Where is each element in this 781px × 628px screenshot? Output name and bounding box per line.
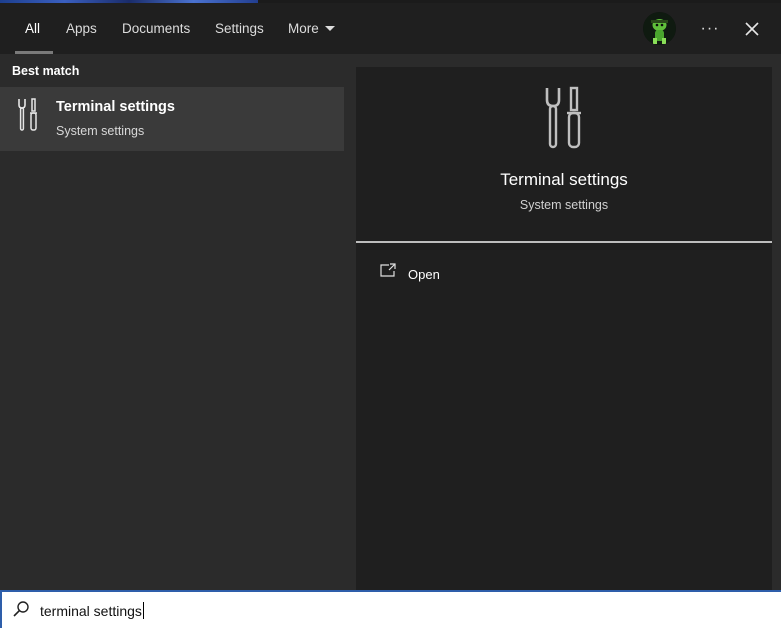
open-external-icon: [380, 263, 396, 277]
tab-settings[interactable]: Settings: [215, 3, 264, 54]
text-cursor: [142, 602, 144, 619]
avatar-image: [643, 12, 676, 45]
tools-icon: [18, 98, 37, 131]
close-button[interactable]: [738, 15, 766, 43]
tab-more-label: More: [288, 21, 319, 36]
detail-title: Terminal settings: [500, 170, 628, 189]
search-input[interactable]: terminal settings: [40, 602, 144, 619]
result-title: Terminal settings: [56, 99, 175, 115]
best-match-heading: Best match: [12, 64, 80, 78]
user-avatar[interactable]: [643, 12, 676, 45]
tab-documents[interactable]: Documents: [122, 3, 190, 54]
ellipsis-icon[interactable]: ···: [696, 15, 724, 43]
detail-card: Terminal settings System settings Open: [356, 67, 772, 590]
open-action[interactable]: Open: [356, 257, 772, 291]
tools-icon: [545, 86, 581, 149]
tab-all[interactable]: All: [25, 3, 40, 54]
search-tab-bar: All Apps Documents Settings More ···: [0, 3, 781, 54]
search-icon: [13, 601, 29, 617]
detail-subtitle: System settings: [519, 198, 609, 212]
results-panel: Best match Terminal settings System sett…: [0, 54, 344, 590]
result-subtitle: System settings: [56, 124, 145, 138]
search-query-text: terminal settings: [40, 603, 142, 619]
search-box[interactable]: terminal settings: [0, 590, 781, 628]
details-panel: Terminal settings System settings Open: [344, 54, 781, 590]
tab-more[interactable]: More: [288, 3, 335, 54]
result-item-terminal-settings[interactable]: Terminal settings System settings: [0, 87, 344, 151]
chevron-down-icon: [324, 25, 335, 31]
tab-apps[interactable]: Apps: [66, 3, 97, 54]
detail-divider: [356, 241, 772, 243]
open-label: Open: [408, 267, 440, 282]
close-icon: [745, 22, 759, 36]
